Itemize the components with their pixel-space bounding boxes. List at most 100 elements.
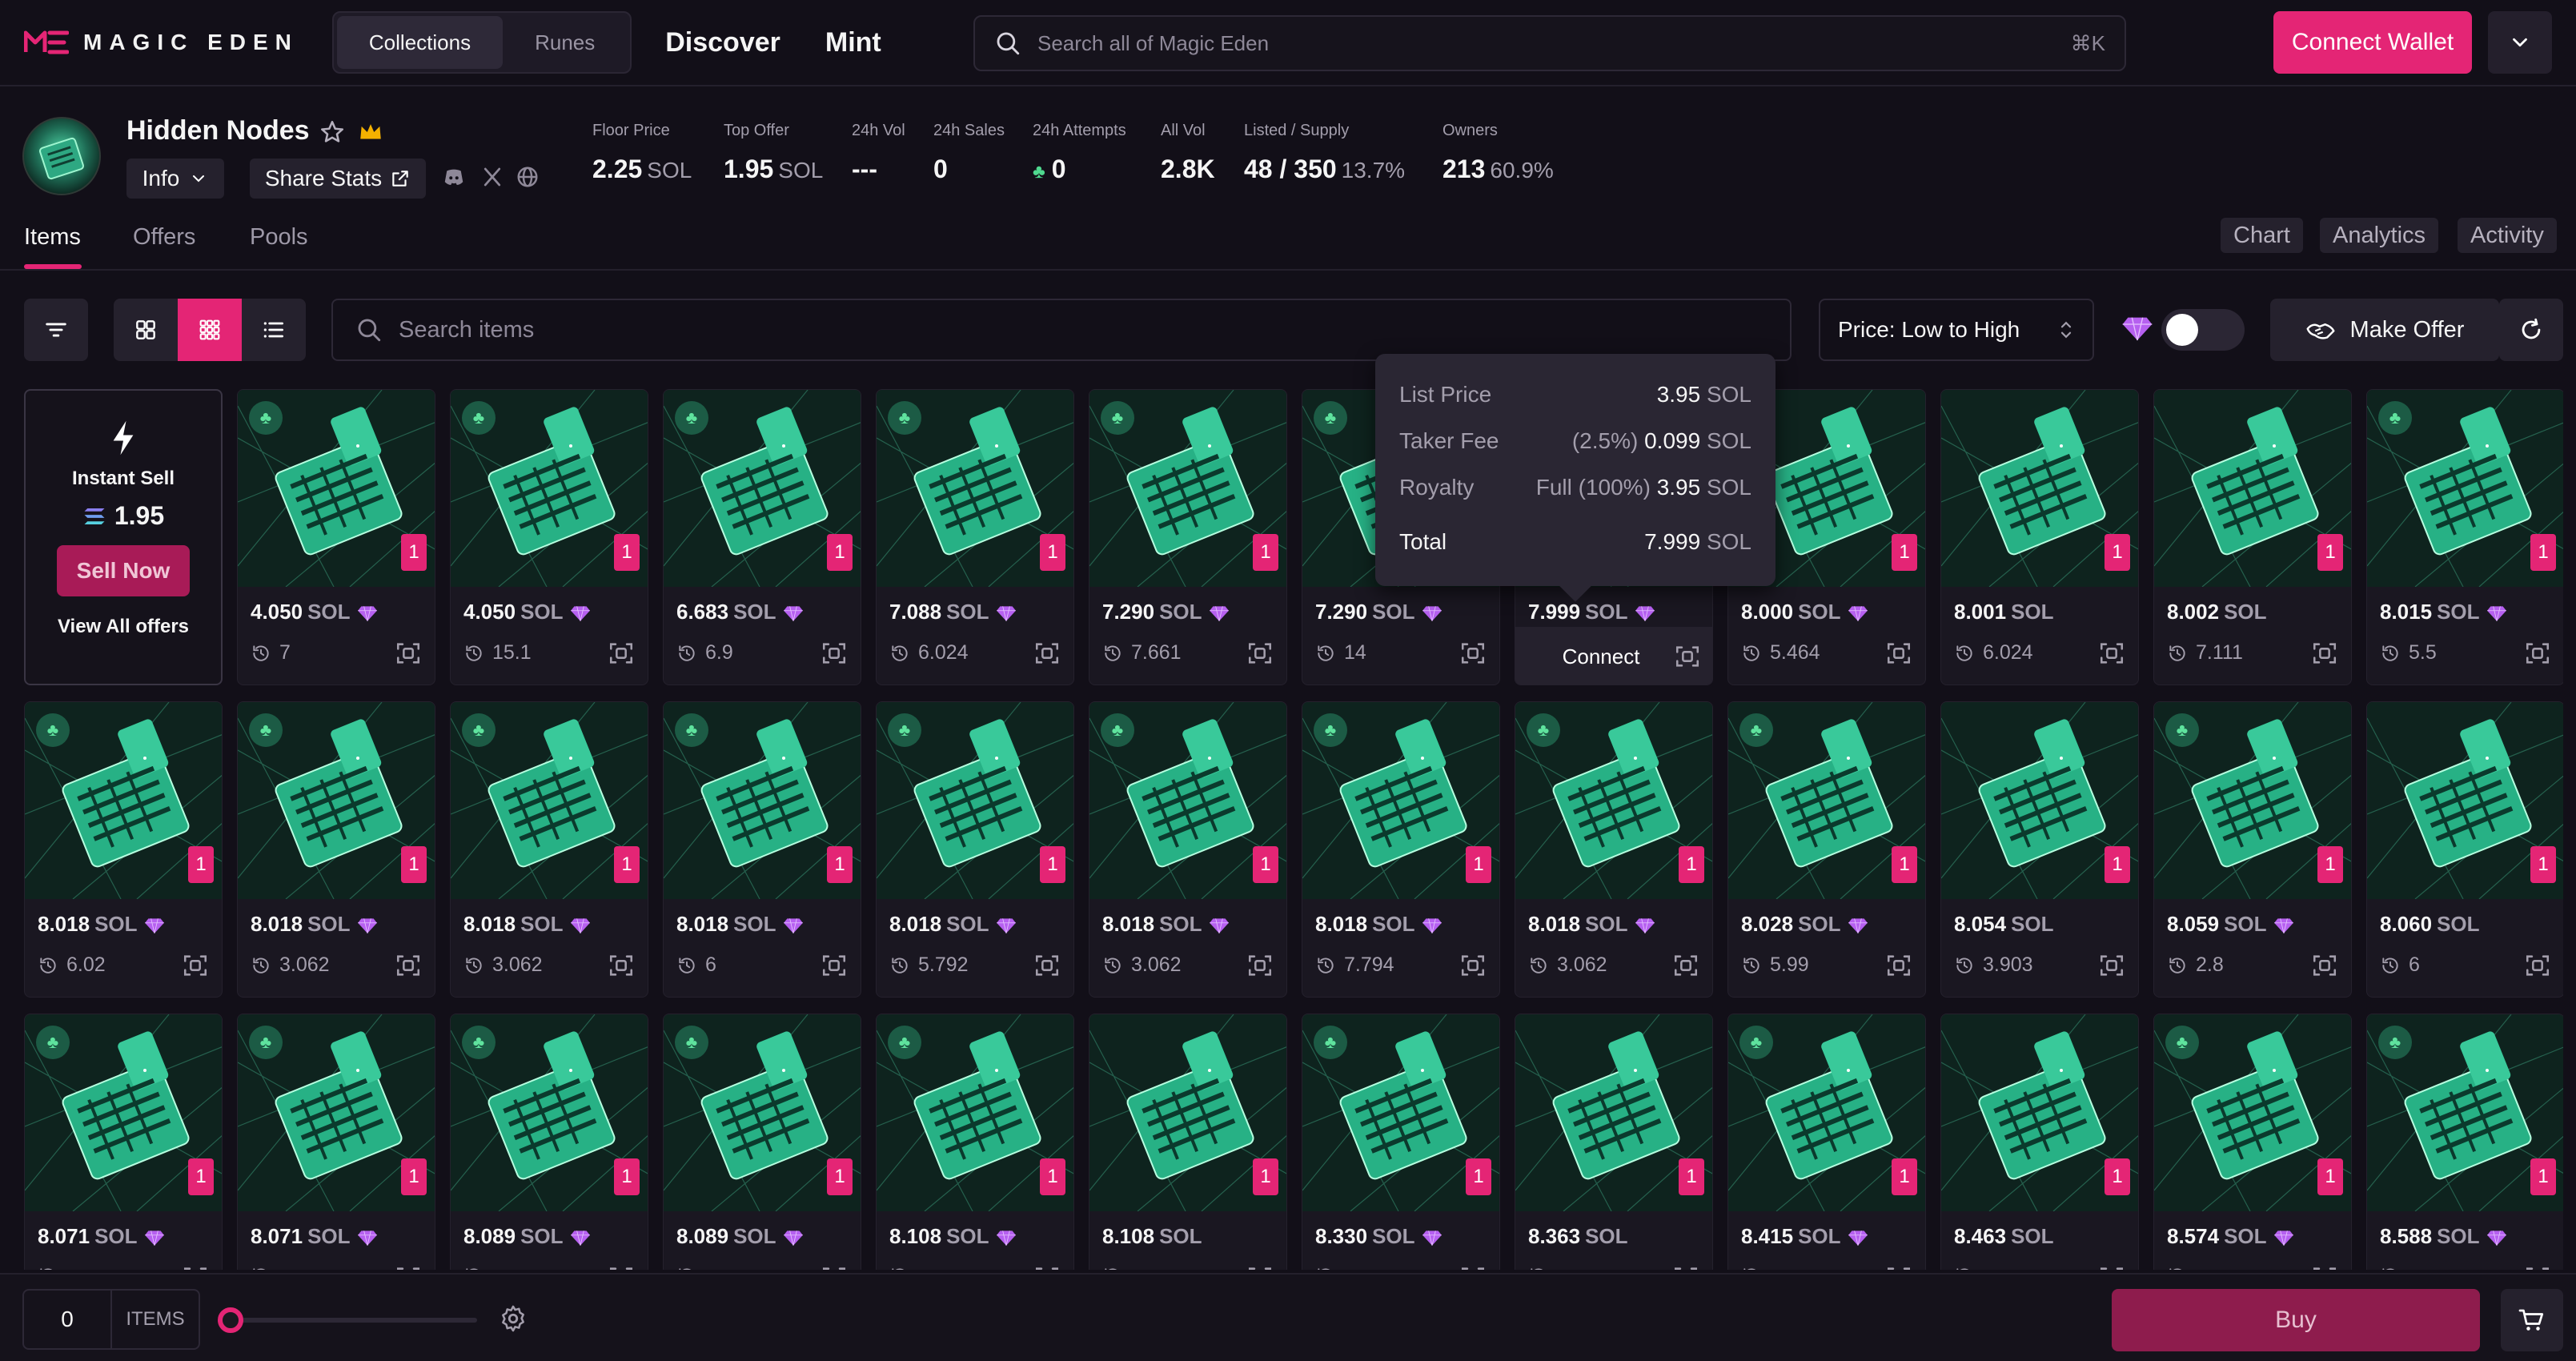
- quick-view-button[interactable]: [1459, 640, 1487, 671]
- share-stats-button[interactable]: Share Stats: [250, 159, 426, 199]
- nft-image[interactable]: 1: [1941, 390, 2138, 587]
- menu-dropdown-button[interactable]: [2488, 11, 2552, 74]
- nft-card[interactable]: 1 8.108 SOL: [1089, 1014, 1287, 1270]
- filter-button[interactable]: [24, 299, 88, 361]
- nft-image[interactable]: ♣1: [1302, 1014, 1499, 1211]
- scan-icon[interactable]: [1246, 952, 1274, 979]
- item-count-input[interactable]: 0 ITEMS: [22, 1289, 200, 1350]
- nft-image[interactable]: 1: [2367, 702, 2563, 899]
- nft-image[interactable]: ♣1: [451, 1014, 648, 1211]
- nft-image[interactable]: ♣1: [664, 702, 861, 899]
- tab-offers[interactable]: Offers: [133, 224, 195, 251]
- quick-view-button[interactable]: [2311, 952, 2338, 983]
- nft-image[interactable]: ♣1: [451, 702, 648, 899]
- scan-icon[interactable]: [2098, 1264, 2125, 1270]
- nft-image[interactable]: ♣1: [2367, 390, 2563, 587]
- scan-icon[interactable]: [1246, 1264, 1274, 1270]
- view-list-button[interactable]: [242, 299, 306, 361]
- quick-view-button[interactable]: [2524, 952, 2551, 983]
- quick-view-button[interactable]: [1033, 1264, 1061, 1270]
- view-all-offers-link[interactable]: View All offers: [58, 616, 189, 638]
- tab-items[interactable]: Items: [24, 224, 81, 251]
- gem-filter-toggle[interactable]: [2161, 309, 2245, 351]
- buy-button[interactable]: Buy: [2112, 1289, 2480, 1351]
- scan-icon[interactable]: [1033, 952, 1061, 979]
- scan-icon[interactable]: [2524, 640, 2551, 667]
- nft-image[interactable]: ♣1: [2367, 1014, 2563, 1211]
- quick-view-button[interactable]: [821, 952, 848, 983]
- nft-image[interactable]: ♣1: [2154, 702, 2351, 899]
- scan-icon[interactable]: [608, 952, 635, 979]
- nft-card[interactable]: ♣ 1 8.028 SOL 5.99: [1727, 701, 1926, 998]
- quick-view-button[interactable]: [1033, 952, 1061, 983]
- nft-card[interactable]: ♣ 1 8.415 SOL: [1727, 1014, 1926, 1270]
- nft-image[interactable]: ♣1: [1089, 702, 1286, 899]
- tab-activity[interactable]: Activity: [2458, 218, 2557, 253]
- scan-icon[interactable]: [395, 1264, 422, 1270]
- nft-image[interactable]: 1: [1941, 1014, 2138, 1211]
- scan-icon[interactable]: [1885, 1264, 1912, 1270]
- global-search-input[interactable]: Search all of Magic Eden ⌘K: [973, 15, 2126, 71]
- nft-image[interactable]: ♣1: [1728, 702, 1925, 899]
- quick-view-button[interactable]: [1672, 952, 1699, 983]
- quick-view-button[interactable]: [1246, 952, 1274, 983]
- nft-image[interactable]: ♣1: [1515, 702, 1712, 899]
- scan-icon[interactable]: [1459, 640, 1487, 667]
- scan-icon[interactable]: [1674, 643, 1701, 670]
- scan-icon[interactable]: [1459, 1264, 1487, 1270]
- nft-card[interactable]: ♣ 1 8.059 SOL 2.8: [2153, 701, 2352, 998]
- scan-icon[interactable]: [395, 952, 422, 979]
- nft-card[interactable]: ♣ 1 8.071 SOL: [24, 1014, 223, 1270]
- quick-view-button[interactable]: [395, 952, 422, 983]
- tab-chart[interactable]: Chart: [2221, 218, 2303, 253]
- scan-icon[interactable]: [2311, 1264, 2338, 1270]
- quick-view-button[interactable]: [1246, 1264, 1274, 1270]
- nft-card[interactable]: ♣ 1 8.089 SOL: [450, 1014, 648, 1270]
- view-small-grid-button[interactable]: [178, 299, 242, 361]
- nft-card[interactable]: ♣ 1 8.018 SOL 6: [663, 701, 861, 998]
- nav-discover[interactable]: Discover: [665, 27, 780, 58]
- nft-card[interactable]: 1 8.001 SOL 6.024: [1940, 389, 2139, 685]
- nft-card[interactable]: ♣ 1 4.050 SOL 15.1: [450, 389, 648, 685]
- nft-image[interactable]: ♣1: [25, 1014, 222, 1211]
- quick-view-button[interactable]: [1672, 1264, 1699, 1270]
- quick-view-button[interactable]: [1033, 640, 1061, 671]
- nft-image[interactable]: 1: [2154, 390, 2351, 587]
- nft-card[interactable]: ♣ 1 7.290 SOL 7.661: [1089, 389, 1287, 685]
- scan-icon[interactable]: [2311, 952, 2338, 979]
- nft-image[interactable]: ♣1: [1089, 390, 1286, 587]
- quick-view-button[interactable]: [182, 952, 209, 983]
- scan-icon[interactable]: [395, 640, 422, 667]
- sweep-slider[interactable]: [218, 1307, 477, 1333]
- nft-image[interactable]: 1: [1089, 1014, 1286, 1211]
- logo[interactable]: MAGIC EDEN: [24, 30, 299, 55]
- nft-image[interactable]: 1: [1941, 702, 2138, 899]
- quick-view-button[interactable]: [1459, 952, 1487, 983]
- info-dropdown-button[interactable]: Info: [126, 159, 224, 199]
- nft-image[interactable]: ♣1: [25, 702, 222, 899]
- item-search-input[interactable]: Search items: [331, 299, 1792, 361]
- quick-view-button[interactable]: [395, 1264, 422, 1270]
- settings-icon[interactable]: [498, 1303, 528, 1334]
- scan-icon[interactable]: [2098, 952, 2125, 979]
- nft-image[interactable]: ♣1: [2154, 1014, 2351, 1211]
- quick-view-button[interactable]: [821, 1264, 848, 1270]
- nft-card[interactable]: ♣ 1 8.018 SOL 3.062: [237, 701, 435, 998]
- scan-icon[interactable]: [1033, 1264, 1061, 1270]
- nft-card[interactable]: ♣ 1 8.574 SOL: [2153, 1014, 2352, 1270]
- quick-view-button[interactable]: [2098, 952, 2125, 983]
- scan-icon[interactable]: [608, 640, 635, 667]
- scan-icon[interactable]: [1246, 640, 1274, 667]
- discord-icon[interactable]: [442, 165, 466, 189]
- tab-analytics[interactable]: Analytics: [2320, 218, 2439, 253]
- quick-view-button[interactable]: [608, 1264, 635, 1270]
- nft-card[interactable]: ♣ 1 8.018 SOL 5.792: [876, 701, 1074, 998]
- quick-view-button[interactable]: [608, 640, 635, 671]
- nft-card[interactable]: 1 8.002 SOL 7.111: [2153, 389, 2352, 685]
- scan-icon[interactable]: [2524, 1264, 2551, 1270]
- quick-view-button[interactable]: [2524, 1264, 2551, 1270]
- nft-card[interactable]: 1 8.060 SOL 6: [2366, 701, 2563, 998]
- nft-card[interactable]: ♣ 1 8.330 SOL: [1302, 1014, 1500, 1270]
- scan-icon[interactable]: [821, 952, 848, 979]
- nft-image[interactable]: ♣1: [238, 1014, 435, 1211]
